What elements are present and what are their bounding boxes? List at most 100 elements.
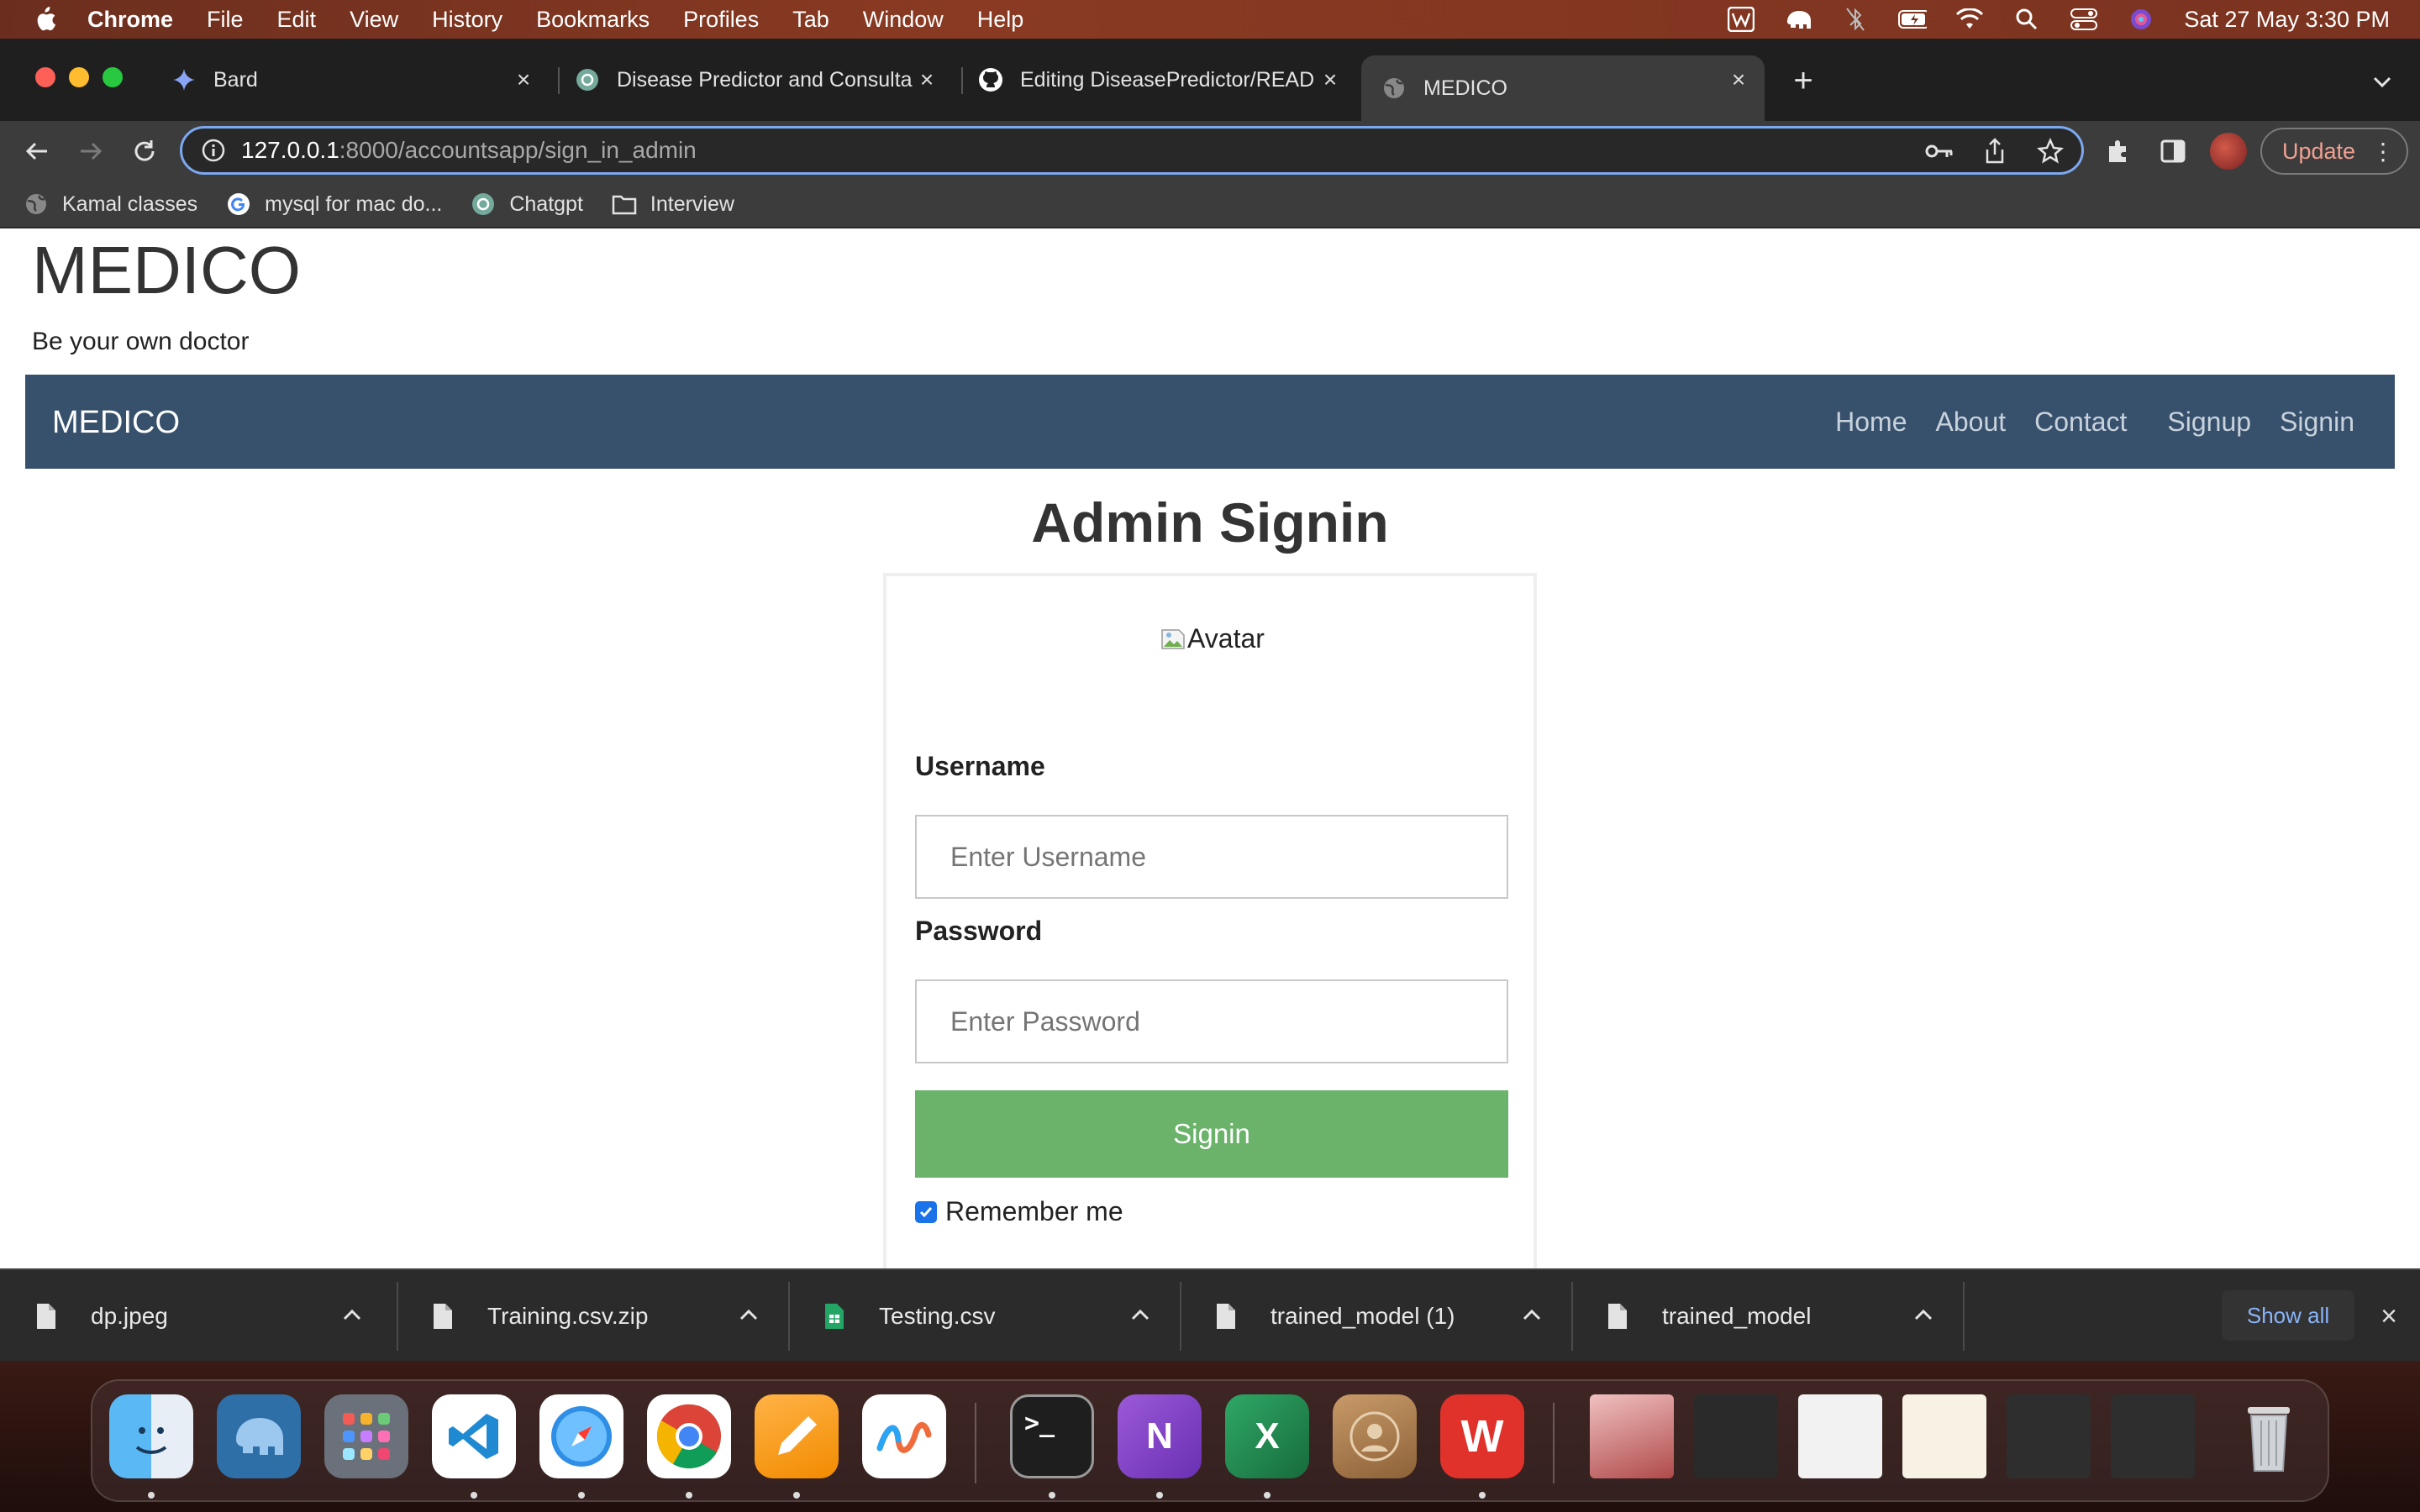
back-arrow-icon[interactable] xyxy=(22,136,52,166)
remember-me-label[interactable]: Remember me xyxy=(945,1196,1123,1227)
nav-link-about[interactable]: About xyxy=(1936,407,2007,438)
wifi-icon[interactable] xyxy=(1955,8,1984,31)
site-info-icon[interactable] xyxy=(201,138,226,163)
github-icon xyxy=(978,67,1003,92)
bookmark-star-icon[interactable] xyxy=(2036,137,2065,165)
download-item[interactable]: dp.jpeg xyxy=(0,1270,393,1361)
reload-icon[interactable] xyxy=(129,136,160,166)
chevron-up-icon[interactable] xyxy=(736,1302,761,1327)
remember-me-checkbox[interactable] xyxy=(915,1200,937,1223)
close-icon[interactable]: × xyxy=(2375,1300,2403,1332)
url-text[interactable]: 127.0.0.1:8000/accountsapp/sign_in_admin xyxy=(241,137,697,164)
password-input[interactable] xyxy=(915,979,1508,1063)
onenote-icon[interactable]: N xyxy=(1118,1394,1202,1478)
photo-thumbnail-icon[interactable] xyxy=(1590,1394,1674,1478)
freeform-icon[interactable] xyxy=(862,1394,946,1478)
desktop-background: >_ N X W xyxy=(0,1361,2420,1512)
share-icon[interactable] xyxy=(1981,137,2009,165)
menu-tab[interactable]: Tab xyxy=(792,7,829,33)
document-thumbnail-icon[interactable] xyxy=(1902,1394,1986,1478)
side-panel-icon[interactable] xyxy=(2156,134,2190,168)
chevron-up-icon[interactable] xyxy=(1911,1302,1936,1327)
safari-icon[interactable] xyxy=(539,1394,623,1478)
finder-icon[interactable] xyxy=(109,1394,193,1478)
navbar-brand[interactable]: MEDICO xyxy=(52,405,180,441)
running-indicator xyxy=(471,1492,477,1499)
chevron-up-icon[interactable] xyxy=(1519,1302,1544,1327)
elephant-status-icon[interactable] xyxy=(1784,8,1812,31)
download-filename: dp.jpeg xyxy=(91,1303,168,1329)
address-bar[interactable]: 127.0.0.1:8000/accountsapp/sign_in_admin xyxy=(180,126,2084,175)
tableplus-elephant-icon[interactable] xyxy=(217,1394,301,1478)
signin-button[interactable]: Signin xyxy=(915,1090,1508,1178)
wps-office-icon[interactable]: W xyxy=(1440,1394,1524,1478)
menu-profiles[interactable]: Profiles xyxy=(683,7,759,33)
apple-icon[interactable] xyxy=(32,6,59,33)
menu-bookmarks[interactable]: Bookmarks xyxy=(536,7,650,33)
control-center-icon[interactable] xyxy=(2070,8,2098,31)
battery-icon[interactable] xyxy=(1898,8,1928,31)
terminal-icon[interactable]: >_ xyxy=(1010,1394,1094,1478)
window-thumbnail-icon[interactable] xyxy=(1694,1394,1778,1478)
tab-disease-predictor[interactable]: Disease Predictor and Consulta × xyxy=(575,55,953,104)
menu-view[interactable]: View xyxy=(350,7,398,33)
chevron-up-icon[interactable] xyxy=(339,1302,365,1327)
close-icon[interactable]: × xyxy=(1318,66,1343,92)
bookmark-kamal-classes[interactable]: Kamal classes xyxy=(24,192,197,217)
trash-icon[interactable] xyxy=(2227,1394,2311,1478)
pages-icon[interactable] xyxy=(755,1394,839,1478)
menu-edit[interactable]: Edit xyxy=(277,7,317,33)
forward-arrow-icon[interactable] xyxy=(76,136,106,166)
menu-app-chrome[interactable]: Chrome xyxy=(87,7,173,33)
download-item[interactable]: Training.csv.zip xyxy=(397,1270,790,1361)
download-item[interactable]: Testing.csv xyxy=(788,1270,1181,1361)
menu-file[interactable]: File xyxy=(207,7,244,33)
tab-search-chevron-icon[interactable] xyxy=(2368,67,2396,96)
close-icon[interactable]: × xyxy=(914,66,939,92)
username-input[interactable] xyxy=(915,815,1508,899)
download-item[interactable]: trained_model xyxy=(1571,1270,1965,1361)
nav-link-home[interactable]: Home xyxy=(1835,407,1907,438)
launchpad-icon[interactable] xyxy=(324,1394,408,1478)
vscode-icon[interactable] xyxy=(432,1394,516,1478)
tab-github-editing[interactable]: Editing DiseasePredictor/READ × xyxy=(978,55,1356,104)
chevron-up-icon[interactable] xyxy=(1128,1302,1153,1327)
chrome-icon[interactable] xyxy=(647,1394,731,1478)
close-icon[interactable]: × xyxy=(1726,66,1751,92)
wps-status-icon[interactable] xyxy=(1727,7,1755,32)
update-button[interactable]: Update ⋮ xyxy=(2260,128,2408,175)
new-tab-button[interactable]: + xyxy=(1786,62,1820,99)
tab-bard[interactable]: Bard × xyxy=(171,55,550,104)
bookmark-mysql[interactable]: mysql for mac do... xyxy=(226,192,442,217)
nav-link-signup[interactable]: Signup xyxy=(2167,407,2251,438)
minimize-window-button[interactable] xyxy=(69,67,89,87)
download-item[interactable]: trained_model (1) xyxy=(1180,1270,1573,1361)
show-all-downloads-button[interactable]: Show all xyxy=(2222,1290,2354,1341)
menu-history[interactable]: History xyxy=(432,7,502,33)
menu-help[interactable]: Help xyxy=(977,7,1024,33)
siri-icon[interactable] xyxy=(2127,8,2155,31)
bookmark-interview-folder[interactable]: Interview xyxy=(612,192,734,217)
bluetooth-off-icon[interactable] xyxy=(1841,8,1870,31)
tab-title: MEDICO xyxy=(1423,76,1507,100)
extensions-puzzle-icon[interactable] xyxy=(2102,134,2136,168)
close-window-button[interactable] xyxy=(35,67,55,87)
bookmark-chatgpt[interactable]: Chatgpt xyxy=(471,192,583,217)
file-icon xyxy=(1213,1301,1239,1331)
nav-link-contact[interactable]: Contact xyxy=(2034,407,2127,438)
close-icon[interactable]: × xyxy=(511,66,536,92)
menu-window[interactable]: Window xyxy=(863,7,944,33)
tab-medico-active[interactable]: MEDICO × xyxy=(1361,55,1765,121)
window-thumbnail-icon[interactable] xyxy=(2007,1394,2091,1478)
password-key-icon[interactable] xyxy=(1925,137,1954,165)
maximize-window-button[interactable] xyxy=(103,67,123,87)
more-vert-icon[interactable]: ⋮ xyxy=(2371,138,2395,165)
window-thumbnail-icon[interactable] xyxy=(2111,1394,2195,1478)
menubar-datetime[interactable]: Sat 27 May 3:30 PM xyxy=(2184,7,2390,33)
profile-avatar[interactable] xyxy=(2210,133,2247,170)
spotlight-search-icon[interactable] xyxy=(2012,8,2041,31)
excel-icon[interactable]: X xyxy=(1225,1394,1309,1478)
document-thumbnail-icon[interactable] xyxy=(1798,1394,1882,1478)
contacts-icon[interactable] xyxy=(1333,1394,1417,1478)
nav-link-signin[interactable]: Signin xyxy=(2280,407,2354,438)
